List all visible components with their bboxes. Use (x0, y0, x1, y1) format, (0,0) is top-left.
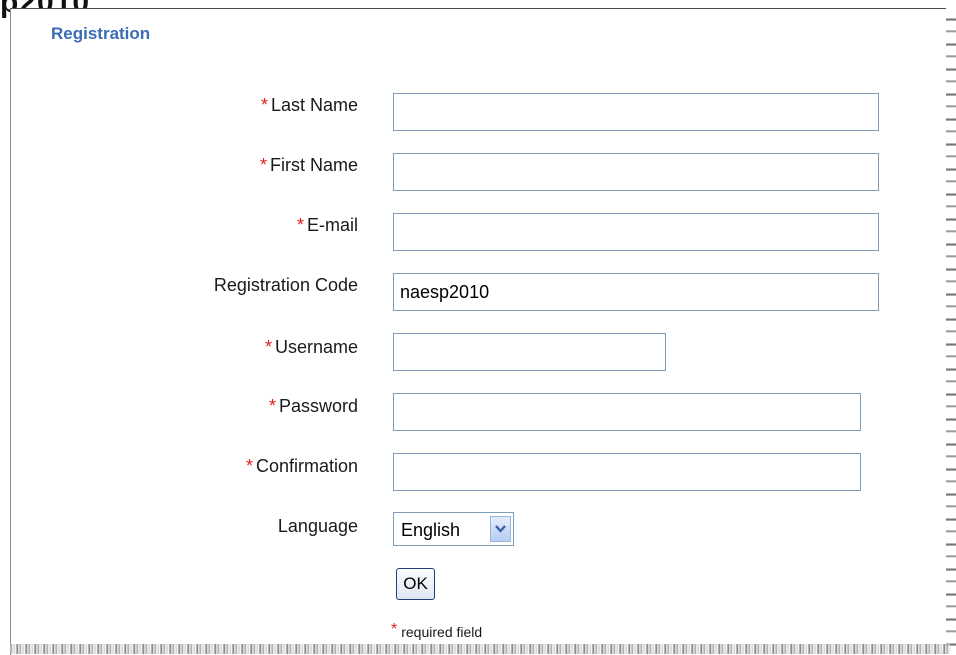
registration-code-label: Registration Code (213, 275, 358, 295)
required-field-note: * required field (391, 621, 483, 640)
first-name-input[interactable] (393, 153, 879, 191)
required-marker: * (245, 456, 253, 476)
chevron-down-icon[interactable] (490, 516, 511, 542)
password-label: * Password (268, 396, 358, 416)
form-title: Registration (51, 24, 151, 43)
username-label: * Username (264, 337, 358, 357)
required-marker: * (259, 155, 267, 175)
email-input[interactable] (393, 213, 879, 251)
password-input[interactable] (393, 393, 861, 431)
last-name-label: * Last Name (260, 95, 358, 115)
required-marker: * (268, 396, 276, 416)
language-selected-value: English (401, 520, 461, 540)
required-marker: * (264, 337, 272, 357)
last-name-input[interactable] (393, 93, 879, 131)
language-label: Language (277, 516, 358, 536)
language-select[interactable]: English (393, 512, 514, 546)
registration-code-input[interactable] (393, 273, 879, 311)
email-label: * E-mail (296, 215, 358, 235)
torn-bottom-edge (10, 644, 950, 654)
required-marker: * (260, 95, 268, 115)
username-input[interactable] (393, 333, 666, 371)
torn-right-edge (946, 8, 956, 654)
confirmation-label: * Confirmation (245, 456, 358, 476)
ok-button[interactable]: OK (396, 568, 435, 600)
confirmation-input[interactable] (393, 453, 861, 491)
required-marker: * (296, 215, 304, 235)
required-marker: * (391, 621, 398, 638)
first-name-label: * First Name (259, 155, 358, 175)
